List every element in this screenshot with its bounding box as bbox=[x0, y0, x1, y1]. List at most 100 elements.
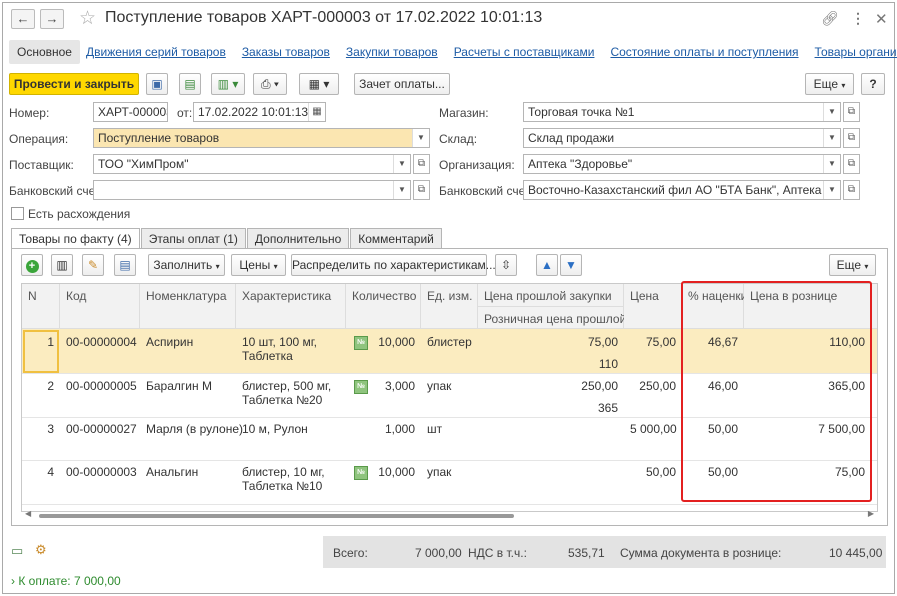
col-header-last-price[interactable]: Цена прошлой закупки bbox=[478, 284, 624, 307]
chevron-down-icon[interactable]: ▼ bbox=[393, 181, 410, 199]
tab-goods-orders[interactable]: Заказы товаров bbox=[242, 45, 330, 59]
fill-button[interactable]: Заполнить ▾ bbox=[148, 254, 225, 276]
offset-payment-button[interactable]: Зачет оплаты... bbox=[354, 73, 450, 95]
org-bank-account-field[interactable]: Восточно-Казахстанский фил АО "БТА Банк"… bbox=[523, 180, 841, 200]
operation-field[interactable]: Поступление товаров ▼ bbox=[93, 128, 430, 148]
row-code: 00-00000005 bbox=[66, 379, 137, 393]
row-characteristic[interactable]: блистер, 500 мг, Таблетка №20 bbox=[236, 379, 337, 407]
discrepancy-checkbox[interactable] bbox=[11, 207, 24, 220]
row-price[interactable]: 5 000,00 bbox=[624, 422, 682, 436]
chevron-down-icon[interactable]: ▼ bbox=[823, 181, 840, 199]
scroll-left-icon[interactable]: ◀ bbox=[25, 509, 31, 518]
col-header-n[interactable]: N bbox=[22, 284, 60, 329]
chevron-down-icon[interactable]: ▼ bbox=[823, 155, 840, 173]
save-button[interactable]: ▣ bbox=[146, 73, 168, 95]
row-price[interactable]: 50,00 bbox=[624, 465, 682, 479]
store-open-button[interactable]: ⧉ bbox=[843, 102, 860, 122]
number-field[interactable]: ХАРТ-000003 bbox=[93, 102, 168, 122]
row-price[interactable]: 75,00 bbox=[624, 335, 682, 349]
col-header-price[interactable]: Цена bbox=[624, 284, 682, 329]
organization-open-button[interactable]: ⧉ bbox=[843, 154, 860, 174]
row-price[interactable]: 250,00 bbox=[624, 379, 682, 393]
tab-org-goods[interactable]: Товары организаций bbox=[815, 45, 897, 59]
row-characteristic[interactable]: 10 шт, 100 мг, Таблетка bbox=[236, 335, 323, 363]
fit-columns-button[interactable]: ⇳ bbox=[495, 254, 517, 276]
row-quantity[interactable]: 3,000 bbox=[346, 379, 421, 393]
warehouse-field[interactable]: Склад продажи ▼ bbox=[523, 128, 841, 148]
reports-button[interactable]: ▦ ▾ bbox=[299, 73, 339, 95]
row-quantity[interactable]: 1,000 bbox=[346, 422, 421, 436]
barcode-button[interactable]: ▥ bbox=[51, 254, 73, 276]
chevron-down-icon[interactable]: ▼ bbox=[393, 155, 410, 173]
tab-goods-actual[interactable]: Товары по факту (4) bbox=[11, 228, 140, 249]
horizontal-scrollbar[interactable]: ◀ ▶ bbox=[23, 509, 876, 520]
supplier-field[interactable]: ТОО "ХимПром" ▼ bbox=[93, 154, 411, 174]
row-item[interactable]: Аспирин bbox=[140, 335, 199, 349]
col-header-unit[interactable]: Ед. изм. bbox=[421, 284, 478, 329]
edit-button[interactable]: ✎ bbox=[82, 254, 104, 276]
more-button[interactable]: Еще ▾ bbox=[805, 73, 854, 95]
chevron-down-icon[interactable]: ▼ bbox=[823, 129, 840, 147]
tab-additional[interactable]: Дополнительно bbox=[246, 228, 350, 249]
post-button[interactable]: ▤ bbox=[179, 73, 201, 95]
row-item[interactable]: Анальгин bbox=[140, 465, 204, 479]
link-icon[interactable]: 🔗︎ bbox=[821, 10, 839, 27]
row-item[interactable]: Баралгин М bbox=[140, 379, 218, 393]
row-quantity[interactable]: 10,000 bbox=[346, 465, 421, 479]
date-field[interactable]: 17.02.2022 10:01:13 ▦ bbox=[193, 102, 326, 122]
tab-supplier-settlements[interactable]: Расчеты с поставщиками bbox=[454, 45, 595, 59]
org-bank-account-open-button[interactable]: ⧉ bbox=[843, 180, 860, 200]
back-button[interactable]: ← bbox=[11, 9, 35, 29]
close-icon[interactable]: ✕ bbox=[875, 10, 888, 28]
tab-series-movements[interactable]: Движения серий товаров bbox=[86, 45, 226, 59]
help-button[interactable]: ? bbox=[861, 73, 885, 95]
supplier-open-button[interactable]: ⧉ bbox=[413, 154, 430, 174]
retail-total-value: 10 445,00 bbox=[829, 546, 883, 560]
col-header-extra bbox=[871, 284, 877, 329]
move-up-button[interactable]: ▲ bbox=[536, 254, 558, 276]
chevron-down-icon: ▾ bbox=[273, 262, 278, 271]
arrow-right-icon: → bbox=[45, 11, 59, 26]
tab-payment-status[interactable]: Состояние оплаты и поступления bbox=[610, 45, 798, 59]
print-button[interactable]: ⎙ ▾ bbox=[253, 73, 287, 95]
chevron-down-icon[interactable]: ▼ bbox=[823, 103, 840, 121]
row-characteristic[interactable]: блистер, 10 мг, Таблетка №10 bbox=[236, 465, 331, 493]
table-action-button[interactable]: ▤ bbox=[114, 254, 136, 276]
calendar-icon[interactable]: ▦ bbox=[308, 103, 325, 121]
move-down-button[interactable]: ▼ bbox=[560, 254, 582, 276]
col-header-code[interactable]: Код bbox=[60, 284, 140, 329]
payment-section[interactable]: › К оплате: 7 000,00 bbox=[11, 574, 121, 588]
grid-more-button[interactable]: Еще ▾ bbox=[829, 254, 876, 276]
distribute-button[interactable]: Распределить по характеристикам... bbox=[291, 254, 496, 276]
tab-goods-purchases[interactable]: Закупки товаров bbox=[346, 45, 438, 59]
warehouse-open-button[interactable]: ⧉ bbox=[843, 128, 860, 148]
scroll-right-icon[interactable]: ▶ bbox=[868, 509, 874, 518]
tab-payment-stages[interactable]: Этапы оплат (1) bbox=[140, 228, 246, 249]
post-and-close-button[interactable]: Провести и закрыть bbox=[9, 73, 139, 95]
store-field[interactable]: Торговая точка №1 ▼ bbox=[523, 102, 841, 122]
col-header-retail-last-price[interactable]: Розничная цена прошлой bbox=[478, 307, 626, 329]
col-header-characteristic[interactable]: Характеристика bbox=[236, 284, 346, 329]
scrollbar-thumb[interactable] bbox=[39, 514, 514, 518]
organization-field[interactable]: Аптека "Здоровье" ▼ bbox=[523, 154, 841, 174]
document-icon[interactable]: ▭ bbox=[11, 543, 23, 559]
col-header-item[interactable]: Номенклатура bbox=[140, 284, 236, 329]
bank-account-open-button[interactable]: ⧉ bbox=[413, 180, 430, 200]
prices-button[interactable]: Цены ▾ bbox=[231, 254, 286, 276]
row-quantity[interactable]: 10,000 bbox=[346, 335, 421, 349]
operation-label: Операция: bbox=[9, 132, 69, 146]
row-characteristic[interactable]: 10 м, Рулон bbox=[236, 422, 314, 436]
row-item[interactable]: Марля (в рулоне) bbox=[140, 422, 249, 436]
more-vertical-icon[interactable]: ⋮ bbox=[851, 10, 865, 27]
col-header-quantity[interactable]: Количество bbox=[346, 284, 421, 329]
char-line-2: Таблетка bbox=[242, 349, 293, 363]
chevron-down-icon[interactable]: ▼ bbox=[412, 129, 429, 147]
bank-account-field[interactable]: ▼ bbox=[93, 180, 411, 200]
tab-main[interactable]: Основное bbox=[9, 40, 80, 64]
star-icon[interactable]: ☆ bbox=[79, 7, 96, 30]
tab-comment[interactable]: Комментарий bbox=[350, 228, 442, 249]
coins-icon[interactable]: ⚙ bbox=[35, 542, 47, 558]
create-based-on-button[interactable]: ▥ ▾ bbox=[211, 73, 245, 95]
forward-button[interactable]: → bbox=[40, 9, 64, 29]
add-row-button[interactable]: + bbox=[21, 254, 43, 276]
